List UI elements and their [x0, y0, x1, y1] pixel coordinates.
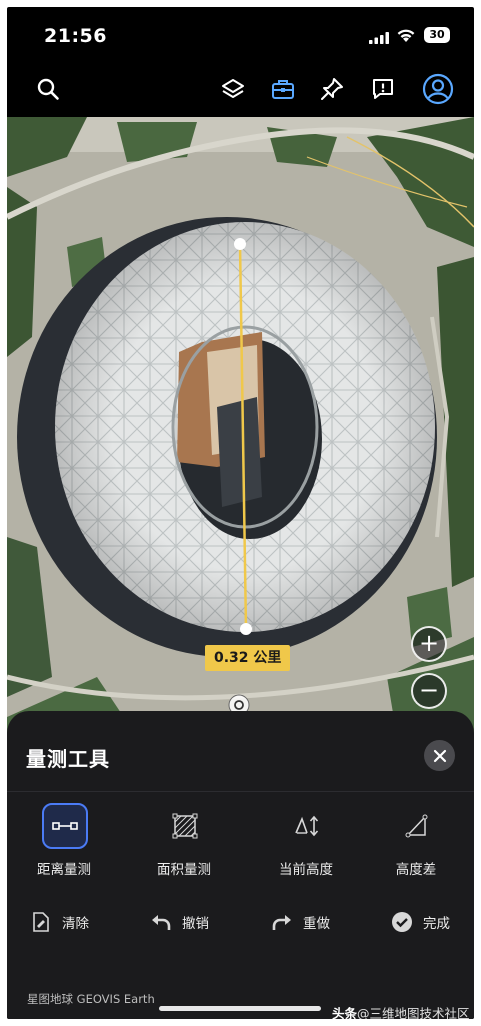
panel-title: 量测工具	[26, 747, 110, 771]
toolbox-icon[interactable]	[266, 72, 300, 106]
watermark-prefix: 头条	[332, 1006, 358, 1019]
map-imagery	[7, 117, 474, 737]
watermark: 头条@三维地图技术社区	[332, 1003, 470, 1019]
tool-label: 距离量测	[37, 862, 91, 878]
search-icon[interactable]	[31, 72, 65, 106]
tool-label: 高度差	[395, 862, 437, 878]
redo-label: 重做	[303, 916, 330, 932]
measure-tools-panel: 量测工具 距离量测 面积量测 当前高度 高度差 清除 撤销 重做 完成 星图地球…	[7, 711, 474, 1019]
done-label: 完成	[423, 916, 450, 932]
clear-icon	[30, 911, 52, 933]
distance-measure-icon	[42, 803, 88, 849]
watermark-text: @三维地图技术社区	[357, 1006, 470, 1019]
done-icon	[391, 911, 413, 933]
close-button[interactable]	[424, 740, 455, 771]
redo-icon	[271, 911, 293, 933]
done-button[interactable]: 完成	[391, 909, 450, 935]
redo-button[interactable]: 重做	[271, 909, 330, 935]
pin-icon[interactable]	[315, 72, 349, 106]
clock: 21:56	[44, 25, 107, 47]
wifi-icon	[397, 29, 415, 42]
cellular-signal-icon	[369, 32, 389, 44]
status-bar: 21:56 30	[7, 7, 474, 63]
tool-label: 面积量测	[157, 862, 211, 878]
report-icon[interactable]	[366, 72, 400, 106]
clear-button[interactable]: 清除	[30, 909, 89, 935]
home-indicator[interactable]	[159, 1006, 321, 1011]
height-difference-icon	[394, 803, 440, 849]
undo-button[interactable]: 撤销	[150, 909, 209, 935]
close-icon	[433, 749, 446, 762]
tool-height-difference[interactable]: 高度差	[361, 799, 471, 879]
tool-current-height[interactable]: 当前高度	[251, 799, 361, 879]
area-measure-icon	[162, 803, 208, 849]
phone-screen: 21:56 30 0.32 公里 + − 量测工具 距离量测 面积量测 当前高度…	[7, 7, 474, 1019]
current-height-icon	[284, 803, 330, 849]
divider	[7, 791, 474, 792]
zoom-in-button[interactable]: +	[411, 626, 447, 662]
layers-icon[interactable]	[216, 72, 250, 106]
satellite-map[interactable]: 0.32 公里 + −	[7, 117, 474, 737]
tool-area-measure[interactable]: 面积量测	[129, 799, 239, 879]
distance-measurement-label: 0.32 公里	[205, 645, 291, 671]
zoom-out-button[interactable]: −	[411, 673, 447, 709]
account-icon[interactable]	[421, 72, 455, 106]
tool-distance-measure[interactable]: 距离量测	[9, 799, 119, 879]
undo-icon	[150, 911, 172, 933]
battery-indicator: 30	[424, 27, 450, 43]
top-toolbar	[7, 63, 474, 117]
undo-label: 撤销	[182, 916, 209, 932]
tool-label: 当前高度	[279, 862, 333, 878]
brand-label: 星图地球 GEOVIS Earth	[27, 992, 155, 1006]
clear-label: 清除	[62, 916, 89, 932]
